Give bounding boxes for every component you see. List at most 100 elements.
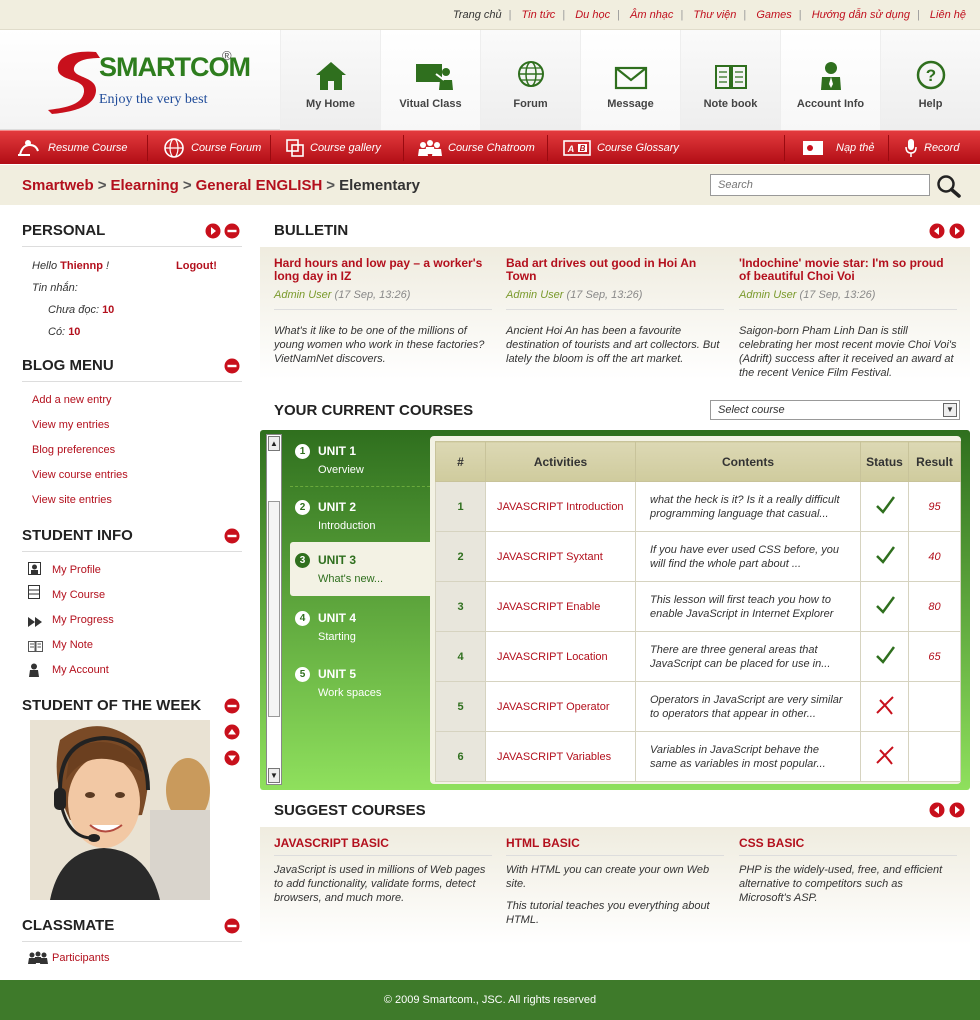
table-row[interactable]: 4 JAVASCRIPT Location There are three ge…: [435, 631, 961, 682]
bulletin-title: BULLETIN: [274, 222, 349, 239]
unit-item-3[interactable]: 3 UNIT 3 What's new...: [290, 542, 430, 596]
suggest-item-title[interactable]: HTML BASIC: [506, 837, 724, 856]
logo[interactable]: SMARTCOM ® Enjoy the very best: [44, 48, 251, 118]
breadcrumb-general-english[interactable]: General ENGLISH: [196, 177, 323, 194]
select-course-dropdown[interactable]: Select course ▼: [710, 400, 960, 420]
toplink-huong-dan[interactable]: Hướng dẫn sử dụng: [812, 9, 910, 21]
nav-account-info[interactable]: Account Info: [780, 30, 880, 130]
search-icon[interactable]: [936, 174, 962, 198]
table-row[interactable]: 1 JAVASCRIPT Introduction what the heck …: [435, 481, 961, 532]
my-progress-link[interactable]: My Progress: [52, 614, 114, 626]
activity-link[interactable]: JAVASCRIPT Syxtant: [485, 531, 636, 582]
scroll-thumb[interactable]: [268, 501, 280, 717]
toplink-lien-he[interactable]: Liên hệ: [930, 9, 966, 21]
next-icon[interactable]: [949, 802, 965, 818]
collapse-icon[interactable]: [224, 358, 240, 374]
prev-icon[interactable]: [929, 802, 945, 818]
activities-rows: 1 JAVASCRIPT Introduction what the heck …: [435, 481, 961, 782]
activity-link[interactable]: JAVASCRIPT Enable: [485, 581, 636, 632]
student-photo[interactable]: [30, 720, 210, 900]
total-count[interactable]: Có: 10: [48, 326, 80, 338]
main-nav: My Home Vitual Class Forum Message Note …: [280, 30, 980, 130]
units-scrollbar[interactable]: ▲ ▼: [266, 434, 282, 785]
activity-link[interactable]: JAVASCRIPT Location: [485, 631, 636, 682]
blog-view-my-entries[interactable]: View my entries: [32, 419, 109, 431]
activity-link[interactable]: JAVASCRIPT Variables: [485, 731, 636, 782]
toolbar-nap-the[interactable]: Nạp thẻ: [802, 131, 875, 164]
nav-virtual-class[interactable]: Vitual Class: [380, 30, 480, 130]
bulletin-item-title[interactable]: Bad art drives out good in Hoi An Town: [506, 257, 724, 283]
toplink-games[interactable]: Games: [756, 9, 791, 21]
student-portrait: [30, 720, 210, 900]
nav-forum[interactable]: Forum: [480, 30, 580, 130]
scroll-up-button[interactable]: ▲: [268, 436, 280, 451]
toolbar-course-glossary[interactable]: AB Course Glossary: [563, 131, 679, 164]
scroll-down-icon[interactable]: [224, 750, 240, 766]
bulletin-item-title[interactable]: Hard hours and low pay – a worker's long…: [274, 257, 492, 283]
help-icon: ?: [916, 60, 946, 90]
bulletin-item-text: Saigon-born Pham Linh Dan is still celeb…: [739, 325, 957, 379]
toolbar-course-chatroom[interactable]: Course Chatroom: [418, 131, 535, 164]
bulletin-item: 'Indochine' movie star: I'm so proud of …: [739, 257, 957, 380]
blog-preferences[interactable]: Blog preferences: [32, 444, 115, 456]
unit-item-2[interactable]: 2 UNIT 2 Introduction: [290, 489, 430, 543]
toplink-trang-chu[interactable]: Trang chủ: [453, 9, 502, 21]
toolbar-resume-course[interactable]: Resume Course: [18, 131, 127, 164]
blog-add-entry[interactable]: Add a new entry: [32, 394, 112, 406]
toplink-tin-tuc[interactable]: Tin tức: [522, 9, 556, 21]
nav-message[interactable]: Message: [580, 30, 680, 130]
table-row[interactable]: 6 JAVASCRIPT Variables Variables in Java…: [435, 731, 961, 782]
nav-my-home[interactable]: My Home: [280, 30, 380, 130]
my-note-link[interactable]: My Note: [52, 639, 93, 651]
blog-view-site-entries[interactable]: View site entries: [32, 494, 112, 506]
unit-item-4[interactable]: 4 UNIT 4 Starting: [290, 600, 430, 654]
bulletin-item-title[interactable]: 'Indochine' movie star: I'm so proud of …: [739, 257, 957, 283]
activities-table: # Activities Contents Status Result 1 JA…: [435, 441, 961, 782]
toplink-am-nhac[interactable]: Âm nhạc: [630, 9, 673, 21]
activity-link[interactable]: JAVASCRIPT Introduction: [485, 481, 636, 532]
scroll-down-button[interactable]: ▼: [268, 768, 280, 783]
collapse-icon[interactable]: [224, 223, 240, 239]
my-profile-link[interactable]: My Profile: [52, 564, 101, 576]
logo-tagline: Enjoy the very best: [99, 92, 208, 107]
expand-icon[interactable]: [205, 223, 221, 239]
suggest-item-title[interactable]: JAVASCRIPT BASIC: [274, 837, 492, 856]
participants-link[interactable]: Participants: [52, 952, 109, 964]
nav-help[interactable]: ? Help: [880, 30, 980, 130]
blog-menu-header: BLOG MENU: [22, 350, 242, 382]
unread-count[interactable]: Chưa đọc: 10: [48, 304, 114, 316]
collapse-icon[interactable]: [224, 918, 240, 934]
my-course-link[interactable]: My Course: [52, 589, 105, 601]
table-row[interactable]: 3 JAVASCRIPT Enable This lesson will fir…: [435, 581, 961, 632]
account-icon: [29, 663, 39, 677]
breadcrumb-elearning[interactable]: Elearning: [110, 177, 178, 194]
note-icon: [28, 641, 43, 652]
my-account-link[interactable]: My Account: [52, 664, 109, 676]
suggest-item-title[interactable]: CSS BASIC: [739, 837, 957, 856]
toplink-thu-vien[interactable]: Thư viện: [693, 9, 736, 21]
col-activities: Activities: [485, 441, 636, 482]
breadcrumb-smartweb[interactable]: Smartweb: [22, 177, 94, 194]
suggest-item: JAVASCRIPT BASIC JavaScript is used in m…: [274, 837, 492, 905]
prev-icon[interactable]: [929, 223, 945, 239]
toplink-du-hoc[interactable]: Du học: [575, 9, 610, 21]
suggest-panel: JAVASCRIPT BASIC JavaScript is used in m…: [260, 827, 970, 945]
search-input[interactable]: [710, 174, 930, 196]
toolbar-course-gallery[interactable]: Course gallery: [286, 131, 381, 164]
nav-note-book[interactable]: Note book: [680, 30, 780, 130]
collapse-icon[interactable]: [224, 698, 240, 714]
toolbar-course-forum[interactable]: Course Forum: [163, 131, 261, 164]
toolbar-record[interactable]: Record: [904, 131, 959, 164]
check-icon: [875, 596, 895, 614]
logout-link[interactable]: Logout!: [176, 260, 217, 272]
unit-item-1[interactable]: 1 UNIT 1 Overview: [290, 433, 430, 487]
scroll-up-icon[interactable]: [224, 724, 240, 740]
collapse-icon[interactable]: [224, 528, 240, 544]
blog-view-course-entries[interactable]: View course entries: [32, 469, 128, 481]
next-icon[interactable]: [949, 223, 965, 239]
table-row[interactable]: 2 JAVASCRIPT Syxtant If you have ever us…: [435, 531, 961, 582]
table-row[interactable]: 5 JAVASCRIPT Operator Operators in JavaS…: [435, 681, 961, 732]
activity-link[interactable]: JAVASCRIPT Operator: [485, 681, 636, 732]
globe-icon: [518, 61, 544, 87]
unit-item-5[interactable]: 5 UNIT 5 Work spaces: [290, 656, 430, 710]
